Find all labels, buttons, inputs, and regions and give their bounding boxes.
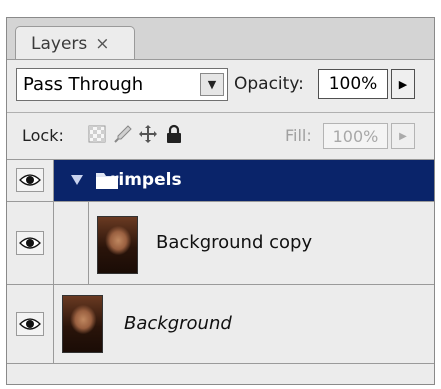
panel-body: Pass Through ▼ Opacity: 100% ▶ Lock: Fil… bbox=[7, 59, 434, 384]
group-indent bbox=[54, 202, 89, 284]
opacity-input[interactable]: 100% bbox=[318, 69, 388, 99]
fill-label: Fill: bbox=[285, 126, 312, 145]
tab-strip: Layers × bbox=[7, 18, 434, 60]
divider bbox=[7, 112, 434, 113]
lock-transparent-pixels-icon[interactable] bbox=[86, 123, 108, 145]
eye-icon[interactable] bbox=[16, 231, 44, 255]
visibility-cell bbox=[7, 202, 54, 284]
lock-image-pixels-icon[interactable] bbox=[112, 123, 134, 145]
eye-icon[interactable] bbox=[16, 168, 44, 192]
fill-slider-toggle[interactable]: ▶ bbox=[391, 123, 415, 149]
lock-all-icon[interactable] bbox=[163, 123, 185, 145]
chevron-down-icon[interactable]: ▼ bbox=[200, 73, 224, 96]
fill-input[interactable]: 100% bbox=[323, 123, 388, 149]
tab-layers[interactable]: Layers × bbox=[15, 26, 135, 60]
layer-name: rimpels bbox=[110, 170, 182, 190]
blend-mode-select[interactable]: Pass Through ▼ bbox=[16, 68, 228, 101]
visibility-cell bbox=[7, 160, 54, 201]
visibility-cell bbox=[7, 285, 54, 363]
close-icon[interactable]: × bbox=[95, 34, 109, 54]
layer-row[interactable]: Background bbox=[7, 285, 434, 364]
lock-position-icon[interactable] bbox=[137, 123, 159, 145]
layer-thumbnail[interactable] bbox=[62, 295, 103, 353]
expand-triangle-icon[interactable] bbox=[70, 172, 84, 191]
layers-panel: Layers × Pass Through ▼ Opacity: 100% ▶ … bbox=[6, 17, 435, 385]
opacity-slider-toggle[interactable]: ▶ bbox=[391, 69, 415, 99]
opacity-label: Opacity: bbox=[234, 74, 304, 94]
layer-name[interactable]: Background bbox=[124, 313, 232, 334]
blend-mode-value: Pass Through bbox=[23, 74, 144, 95]
lock-label: Lock: bbox=[22, 126, 64, 145]
layers-list: rimpels Background copy Background bbox=[7, 160, 434, 380]
layer-row-group[interactable]: rimpels bbox=[7, 160, 434, 202]
tab-label: Layers bbox=[31, 33, 88, 54]
eye-icon[interactable] bbox=[16, 312, 44, 336]
layer-name[interactable]: Background copy bbox=[156, 232, 312, 253]
layer-thumbnail[interactable] bbox=[97, 216, 138, 274]
layer-row[interactable]: Background copy bbox=[7, 202, 434, 285]
